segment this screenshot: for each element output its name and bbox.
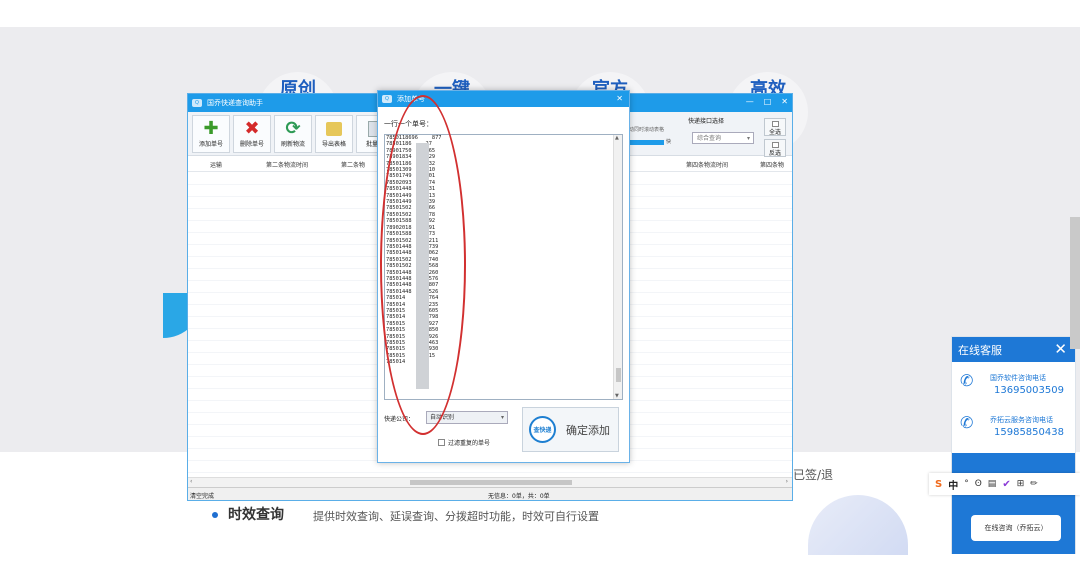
app-icon: Q	[382, 95, 392, 103]
checklist-icon	[772, 121, 779, 127]
export-table-button[interactable]: 导出表格	[315, 115, 353, 153]
checkbox-box[interactable]	[438, 439, 445, 446]
confirm-add-button[interactable]: 查快递 确定添加	[522, 407, 619, 452]
scroll-up-icon[interactable]: ▲	[615, 135, 619, 141]
column-header[interactable]: 第二条物流时间	[266, 160, 308, 169]
horizontal-scrollbar[interactable]: ‹ ›	[188, 477, 792, 487]
toolbar-label: 导出表格	[321, 141, 346, 148]
courier-search-icon: 查快递	[529, 416, 556, 443]
sogou-icon[interactable]: S	[935, 479, 942, 490]
customer-service-footer: 在线咨询（乔拓云）	[952, 453, 1075, 554]
add-number-button[interactable]: ✚ 添加单号	[192, 115, 230, 153]
refresh-icon: ⟳	[285, 118, 301, 139]
dialog-close-button[interactable]: ✕	[616, 94, 623, 103]
page-scrollbar[interactable]	[1070, 217, 1080, 349]
scroll-down-icon[interactable]: ▼	[615, 393, 619, 399]
customer-service-title: 在线客服	[958, 343, 1002, 357]
app-icon: Q	[192, 99, 202, 107]
invert-selection-button[interactable]: 反选	[764, 139, 786, 157]
customer-service-panel: 在线客服 ✕ ✆ 国乔软件咨询电话 13695003509 ✆ 乔拓云服务咨询电…	[951, 336, 1076, 554]
progress-label: 快	[666, 139, 672, 145]
toolbar-label: 删除单号	[239, 141, 264, 148]
column-header[interactable]: 运输	[210, 160, 222, 169]
scroll-right-icon[interactable]: ›	[786, 478, 788, 485]
interface-label: 快递接口选择	[688, 118, 725, 125]
phone-icon: ✆	[960, 413, 974, 432]
column-header[interactable]: 第四条物流时间	[686, 160, 728, 169]
status-bar: 清空完成 无信息：0单，共：0单	[188, 487, 792, 500]
scrollbar-thumb[interactable]	[410, 480, 572, 485]
status-left: 清空完成	[190, 493, 215, 500]
confirm-add-label: 确定添加	[566, 423, 610, 437]
plus-icon: ✚	[203, 118, 219, 139]
chevron-down-icon: ▾	[500, 414, 504, 421]
delete-number-button[interactable]: ✖ 删除单号	[233, 115, 271, 153]
progress-bar	[624, 140, 664, 145]
toolbar-label: 添加单号	[198, 141, 223, 148]
ime-toolbar: S 中 ° ʘ ▤ ✔ ⊞ ✏	[929, 473, 1080, 495]
bullet-icon	[212, 512, 218, 518]
main-window-title: 国乔快递查询助手	[207, 99, 263, 107]
status-count: 无信息：0单，共：0单	[488, 493, 550, 500]
punctuation-icon[interactable]: °	[964, 479, 969, 489]
phone-icon: ✆	[960, 371, 974, 390]
query-select[interactable]: 综合查询 ▾	[692, 132, 754, 144]
select-all-button[interactable]: 全选	[764, 118, 786, 136]
contact-title: 乔拓云服务咨询电话	[990, 416, 1053, 424]
column-header[interactable]: 第四条物	[760, 160, 784, 169]
delete-icon: ✖	[244, 118, 260, 139]
query-select-value: 综合查询	[697, 135, 722, 142]
export-icon	[326, 122, 342, 136]
customer-service-close-button[interactable]: ✕	[1054, 340, 1067, 358]
vertical-scrollbar[interactable]: ▲ ▼	[613, 135, 622, 399]
chevron-down-icon: ▾	[746, 135, 750, 142]
feature-description: 提供时效查询、延误查询、分拨超时功能，时效可自行设置	[313, 510, 599, 523]
skin-icon[interactable]: ✔	[1002, 479, 1010, 490]
feature-title-text: 时效查询	[228, 507, 284, 523]
scroll-left-icon[interactable]: ‹	[190, 478, 192, 485]
maximize-button[interactable]: □	[764, 97, 772, 106]
column-header[interactable]: 第二条物	[341, 160, 365, 169]
contact-number[interactable]: 13695003509	[994, 385, 1064, 396]
red-ellipse-annotation	[380, 95, 466, 435]
window-controls: — □ ✕	[746, 97, 788, 106]
background-text: 已签/退	[793, 468, 834, 482]
feature-title: 时效查询	[212, 504, 284, 524]
toolbar-label: 刷新物流	[280, 141, 305, 148]
decorative-wave	[808, 495, 908, 555]
scrollbar-thumb[interactable]	[616, 368, 621, 382]
keyboard-icon[interactable]: ▤	[988, 479, 997, 489]
microphone-icon[interactable]: ʘ	[975, 479, 982, 489]
refresh-logistics-button[interactable]: ⟳ 刷新物流	[274, 115, 312, 153]
checklist-icon	[772, 142, 779, 148]
interface-panel: 自动同时滚动表格 快递接口选择 快 综合查询 ▾ 全选 反选	[624, 114, 792, 158]
chinese-mode-icon[interactable]: 中	[948, 477, 958, 492]
scroll-hint: 自动同时滚动表格	[624, 127, 665, 133]
toolbox-icon[interactable]: ⊞	[1017, 479, 1025, 489]
contact-number[interactable]: 15985850438	[994, 427, 1064, 438]
select-all-label: 全选	[768, 129, 781, 136]
minimize-button[interactable]: —	[746, 97, 754, 106]
online-consult-button[interactable]: 在线咨询（乔拓云）	[971, 515, 1061, 541]
contact-title: 国乔软件咨询电话	[990, 374, 1046, 382]
filter-duplicates-checkbox[interactable]: 过滤重复的单号	[438, 438, 490, 447]
filter-duplicates-label: 过滤重复的单号	[448, 440, 491, 447]
close-button[interactable]: ✕	[781, 97, 788, 106]
pen-icon[interactable]: ✏	[1030, 479, 1038, 489]
